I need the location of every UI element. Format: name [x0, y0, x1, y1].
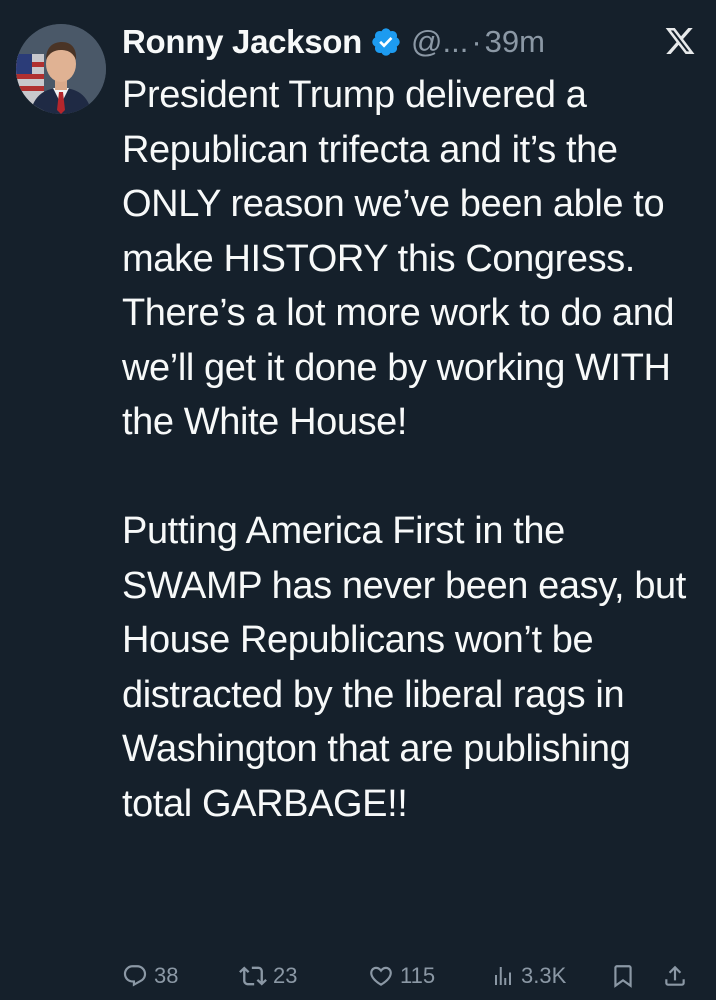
- reply-icon: [122, 963, 148, 989]
- display-name[interactable]: Ronny Jackson: [122, 23, 362, 61]
- reply-count: 38: [154, 963, 179, 988]
- views-count: 3.3K: [521, 963, 567, 988]
- reply-button[interactable]: 38: [122, 958, 178, 994]
- like-count: 115: [400, 963, 436, 988]
- repost-count: 23: [273, 963, 298, 988]
- bookmark-button[interactable]: [610, 958, 636, 994]
- share-icon: [662, 962, 688, 990]
- user-handle[interactable]: @...: [411, 24, 468, 60]
- views-button[interactable]: 3.3K: [491, 958, 566, 994]
- avatar-image: [16, 24, 106, 114]
- share-button[interactable]: [662, 958, 688, 994]
- heart-icon: [368, 963, 394, 989]
- repost-icon: [239, 962, 267, 990]
- bookmark-icon: [610, 962, 636, 990]
- timestamp[interactable]: 39m: [485, 24, 545, 60]
- like-button[interactable]: 115: [368, 958, 435, 994]
- avatar[interactable]: [16, 24, 106, 114]
- tweet-paragraph: Putting America First in the SWAMP has n…: [122, 510, 686, 825]
- x-logo-icon: [664, 25, 696, 57]
- tweet-text: President Trump delivered a Republican t…: [122, 68, 702, 831]
- separator-dot: ·: [471, 24, 482, 59]
- repost-button[interactable]: 23: [239, 958, 297, 994]
- analytics-icon: [491, 963, 515, 989]
- verified-badge-icon: [370, 26, 402, 58]
- tweet-paragraph: President Trump delivered a Republican t…: [122, 74, 675, 443]
- tweet: Ronny Jackson @... · 39m President Trump…: [0, 0, 716, 1000]
- action-bar: 38 23 115 3.3K: [122, 958, 694, 994]
- tweet-header: Ronny Jackson @... · 39m: [122, 18, 545, 66]
